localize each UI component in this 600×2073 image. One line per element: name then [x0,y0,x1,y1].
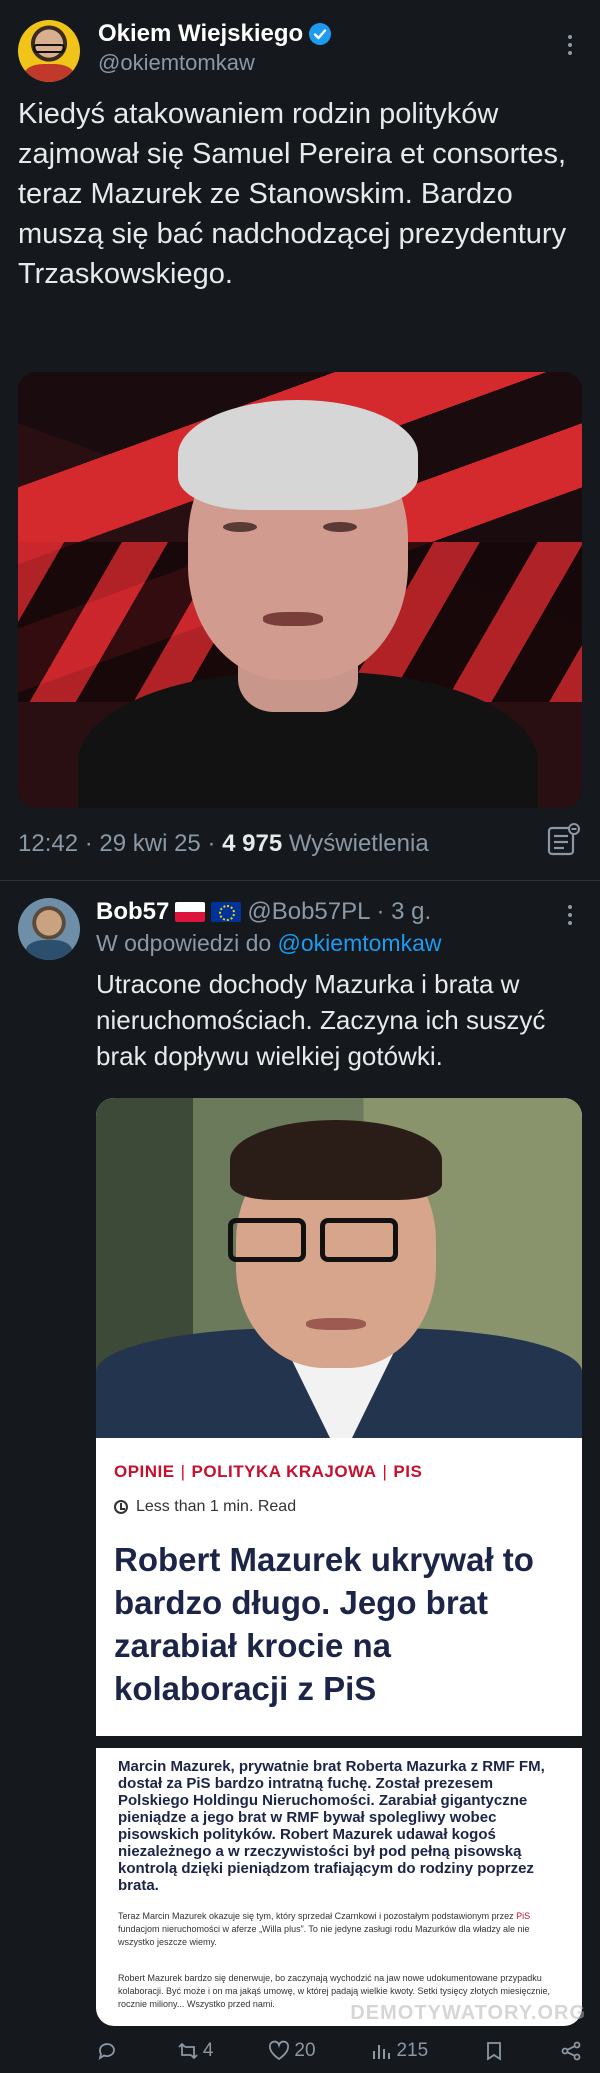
repost-icon [178,2042,198,2060]
bookmark-icon [487,2042,501,2061]
in-reply-prefix: W odpowiedzi do [96,930,278,956]
reply-age[interactable]: · 3 g. [376,898,431,926]
eu-flag-icon [211,902,242,922]
tweet-text: Kiedyś atakowaniem rodzin polityków zajm… [18,98,567,290]
photo-person-hair [230,1120,442,1200]
photo-person-mouth [306,1318,366,1330]
article-category: PIS [393,1462,423,1481]
post-analytics-icon[interactable] [546,822,582,856]
tweet-timestamp[interactable]: 12:42 · 29 kwi 25 · [18,830,222,857]
share-button[interactable] [560,2040,582,2062]
main-tweet-header: Okiem Wiejskiego @okiemtomkaw [18,18,582,82]
avatar-glasses [33,44,65,53]
reply-avatar[interactable] [18,898,80,960]
author-display-name[interactable]: Okiem Wiejskiego [98,20,303,48]
more-options-icon[interactable] [558,900,582,930]
tweet-photo[interactable] [18,372,582,808]
reply-attached-image[interactable]: OPINIE | POLITYKA KRAJOWA | PIS Less than 1 … [96,1098,582,2026]
watermark: DEMOTYWATORY.ORG [350,2002,586,2024]
reply-button[interactable] [96,2040,122,2062]
views-button[interactable]: 215 [370,2040,428,2062]
author-name-row[interactable]: Okiem Wiejskiego [98,20,332,48]
tweet-meta: 12:42 · 29 kwi 25 · 4 975 Wyświetlenia [18,830,429,858]
reposts-count: 4 [202,2040,214,2061]
like-button[interactable]: 20 [268,2040,316,2062]
photo-person-eye [223,522,257,532]
author-handle[interactable]: @okiemtomkaw [98,50,255,76]
reply-display-name[interactable]: Bob57 [96,898,169,926]
more-options-icon[interactable] [558,28,582,62]
photo-person-mouth [263,612,323,626]
views-chart-icon [373,2045,391,2059]
bookmark-button[interactable] [483,2040,505,2062]
views-count: 4 975 [222,830,283,857]
article-body-highlight: PiS [516,1911,531,1921]
views-count: 215 [396,2040,429,2061]
views-label: Wyświetlenia [282,830,429,857]
verified-badge-icon [309,23,332,45]
read-time-label: Less than 1 min. Read [136,1498,297,1515]
reply-handle[interactable]: @Bob57PL [247,898,370,926]
article-body-text: Teraz Marcin Mazurek okazuje się tym, kt… [118,1911,517,1921]
in-reply-mention[interactable]: @okiemtomkaw [278,930,442,956]
article-lead: Marcin Mazurek, prywatnie brat Roberta M… [118,1758,545,1894]
category-separator: | [382,1462,388,1481]
photo-person-eye [323,522,357,532]
comment-icon [98,2043,115,2060]
article-photo [96,1098,582,1438]
likes-count: 20 [294,2040,316,2061]
article-category: POLITYKA KRAJOWA [191,1462,377,1481]
article-body-paragraph: Teraz Marcin Mazurek okazuje się tym, kt… [118,1910,562,1949]
article-categories: OPINIE | POLITYKA KRAJOWA | PIS [114,1462,422,1482]
avatar[interactable] [18,20,80,82]
share-icon [561,2041,581,2061]
clock-icon [114,1500,128,1514]
article-body-text: fundacjom nieruchomości w aferze „Willa … [118,1924,530,1947]
category-separator: | [180,1462,186,1481]
article-title: Robert Mazurek ukrywał to bardzo długo. … [114,1541,534,1707]
divider [0,880,600,881]
avatar-shirt [24,64,74,82]
poland-flag-icon [175,902,206,922]
article-separator [96,1736,582,1748]
reply-action-bar: 4 20 215 [96,2036,582,2066]
reply-header: Bob57 @Bob57PL · 3 g. [96,898,431,926]
repost-button[interactable]: 4 [177,2040,214,2062]
photo-person-glasses [320,1218,398,1262]
photo-person-hair [178,400,418,510]
heart-icon [269,2040,290,2061]
article-read-time: Less than 1 min. Read [114,1498,296,1516]
article-category: OPINIE [114,1462,175,1481]
in-reply-to: W odpowiedzi do @okiemtomkaw [96,930,442,957]
avatar-shirt [26,940,72,960]
reply-text: Utracone dochody Mazurka i brata w nieru… [96,969,546,1071]
photo-person-glasses [228,1218,306,1262]
